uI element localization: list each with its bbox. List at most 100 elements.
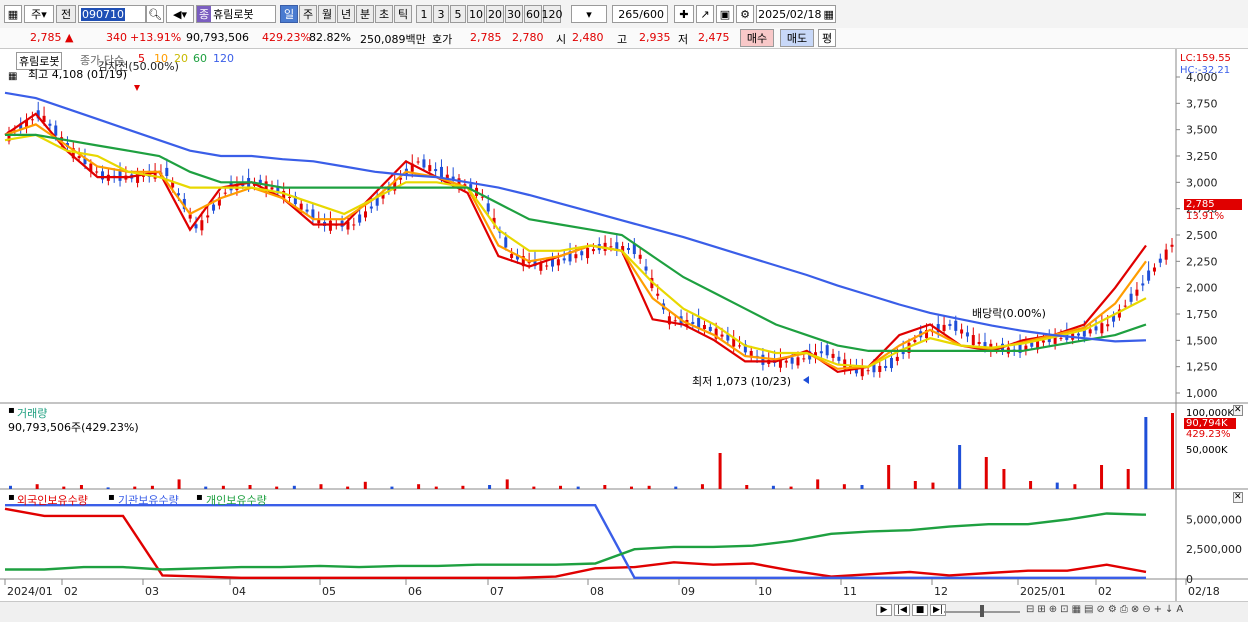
candle-body <box>644 266 648 271</box>
timeframe-3-button[interactable]: 년 <box>337 5 355 23</box>
holdings-institution-icon: ▪ <box>108 492 115 503</box>
fit-icon[interactable]: ⊡ <box>1060 604 1068 615</box>
candle-body <box>1100 323 1104 334</box>
candle-body <box>889 357 893 369</box>
x-axis-label: 07 <box>490 585 504 598</box>
volume-panel-icon[interactable]: ▪ <box>8 405 15 416</box>
quote-price: 2,785 ▲ <box>30 31 74 44</box>
timeframe-1-button[interactable]: 주 <box>299 5 317 23</box>
timeframe-6-button[interactable]: 틱 <box>394 5 412 23</box>
holdings-close-icon[interactable]: ✕ <box>1233 492 1243 503</box>
candle-body <box>965 332 969 337</box>
custom-interval-select[interactable]: ▾ <box>571 5 607 23</box>
speaker-icon[interactable]: ◀▾ <box>166 5 194 23</box>
interval-1-button[interactable]: 1 <box>416 5 432 23</box>
zoom-in-icon[interactable]: ⊞ <box>1037 604 1045 615</box>
candle-body <box>101 171 105 180</box>
quote-amount: 250,089백만 <box>360 33 426 46</box>
zoom-out-icon[interactable]: ⊟ <box>1026 604 1034 615</box>
interval-120-button[interactable]: 120 <box>542 5 563 23</box>
prev-button[interactable]: 전 <box>56 5 76 23</box>
scroll-first-button[interactable]: |◀ <box>894 604 910 616</box>
timeframe-4-button[interactable]: 분 <box>356 5 374 23</box>
scroll-last-button[interactable]: ▶| <box>930 604 946 616</box>
x-axis-label: 08 <box>590 585 604 598</box>
compare-icon[interactable]: ⊘ <box>1096 604 1104 615</box>
link-icon[interactable]: ⊗ <box>1131 604 1139 615</box>
low-marker-arrow <box>803 376 809 384</box>
flat-button[interactable]: 평 <box>818 29 836 47</box>
stock-name-field[interactable]: 종 휴림로봇 <box>196 5 276 23</box>
candle-body <box>299 203 303 210</box>
scroll-stop-button[interactable]: ■ <box>912 604 928 616</box>
candle-body <box>977 341 981 345</box>
settings-icon[interactable]: ⚙ <box>1108 604 1117 615</box>
volume-bar <box>35 484 39 489</box>
search-icon[interactable]: 🔍︎ <box>146 5 164 23</box>
save-icon[interactable]: ▣ <box>716 5 734 23</box>
volume-bar <box>319 484 323 489</box>
table-icon[interactable]: ▤ <box>1084 604 1093 615</box>
grid-icon[interactable]: ▦ <box>1072 604 1081 615</box>
candle-body <box>831 353 835 358</box>
range-display[interactable]: 265/600 <box>612 5 668 23</box>
remove-icon[interactable]: ⊖ <box>1142 604 1150 615</box>
interval-60-button[interactable]: 60 <box>524 5 542 23</box>
candle-body <box>118 170 122 181</box>
candle-body <box>609 246 613 248</box>
interval-5-button[interactable]: 5 <box>450 5 466 23</box>
price-axis-label: 1,250 <box>1186 361 1218 374</box>
pct-tag: 13.91% <box>1186 211 1225 222</box>
buy-button[interactable]: 매수 <box>740 29 774 47</box>
quote-open-label: 시 <box>556 33 567 46</box>
price-axis-label: 1,750 <box>1186 308 1218 321</box>
x-axis-label: 12 <box>934 585 948 598</box>
date-field[interactable]: 2025/02/18 ▦ <box>756 5 836 23</box>
candle-body <box>720 334 724 337</box>
candle-body <box>48 123 52 126</box>
volume-close-icon[interactable]: ✕ <box>1233 405 1243 416</box>
calendar-icon[interactable]: ▦ <box>824 8 834 21</box>
stock-code-value: 090710 <box>81 7 125 21</box>
holdings-line-foreign <box>4 507 1147 579</box>
scroll-right-button[interactable]: ▶ <box>876 604 892 616</box>
candle-body <box>223 192 227 194</box>
panel-menu-icon[interactable]: ▦ <box>8 71 17 82</box>
stock-code-input[interactable]: 090710 <box>78 5 146 23</box>
font-icon[interactable]: A <box>1176 604 1183 615</box>
gear-icon[interactable]: ⚙ <box>736 5 754 23</box>
candle-body <box>948 323 952 326</box>
crosshair-icon[interactable]: ✚ <box>674 5 694 23</box>
volume-bar <box>505 479 509 489</box>
interval-30-button[interactable]: 30 <box>505 5 523 23</box>
period-select[interactable]: 주 ▾ <box>24 5 54 23</box>
timeframe-5-button[interactable]: 초 <box>375 5 393 23</box>
print-icon[interactable]: ⎙ <box>1120 604 1128 615</box>
price-axis-label: 2,000 <box>1186 282 1218 295</box>
interval-20-button[interactable]: 20 <box>486 5 504 23</box>
price-axis-label: 3,250 <box>1186 150 1218 163</box>
candle-body <box>784 360 788 363</box>
interval-3-button[interactable]: 3 <box>433 5 449 23</box>
timeframe-2-button[interactable]: 월 <box>318 5 336 23</box>
volume-bar <box>1144 417 1148 489</box>
candle-body <box>95 171 99 173</box>
arrow-icon[interactable]: ↓ <box>1165 604 1173 615</box>
x-axis-label: 02 <box>64 585 78 598</box>
trend-icon[interactable]: ↗ <box>696 5 714 23</box>
window-menu-icon[interactable]: ▦ <box>4 5 22 23</box>
lc-label: LC:159.55 <box>1180 53 1231 64</box>
chart-svg[interactable]: 4,0003,7503,5003,2503,0002,7502,5002,250… <box>0 49 1248 601</box>
interval-10-button[interactable]: 10 <box>467 5 485 23</box>
volume-bar <box>1126 469 1130 489</box>
sell-button[interactable]: 매도 <box>780 29 814 47</box>
candle-body <box>1152 267 1156 272</box>
candle-body <box>486 203 490 212</box>
chart-area[interactable]: 4,0003,7503,5003,2503,0002,7502,5002,250… <box>0 49 1248 601</box>
volume-bar <box>204 486 208 489</box>
magnifier-icon[interactable]: ⊕ <box>1049 604 1057 615</box>
add-icon[interactable]: + <box>1154 604 1162 615</box>
zoom-slider-handle[interactable] <box>980 605 984 617</box>
timeframe-0-button[interactable]: 일 <box>280 5 298 23</box>
candle-body <box>1106 324 1110 327</box>
